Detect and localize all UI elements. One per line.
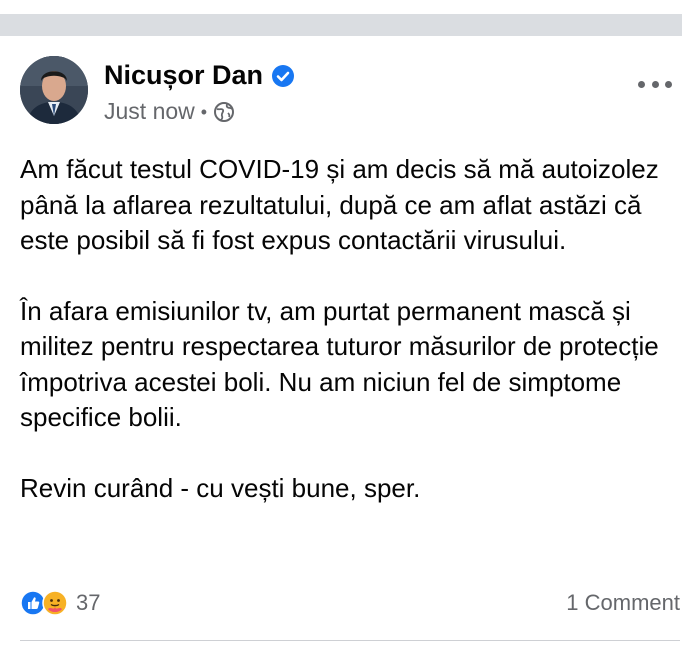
footer-divider [20,640,680,641]
reactions-summary[interactable]: 37 [20,590,100,616]
meta-separator: • [200,101,208,122]
author-name[interactable]: Nicușor Dan [104,60,295,91]
avatar[interactable] [20,56,88,124]
post-body: Am făcut testul COVID-19 și am decis să … [20,152,684,541]
more-dot-icon [638,80,645,88]
post-header: Nicușor Dan Just now • [20,56,680,128]
previous-post-edge [0,14,682,36]
post-footer: 37 1 Comment [20,584,680,624]
post-paragraph-2: În afara emisiunilor tv, am purtat perma… [20,295,659,433]
more-dot-icon [651,80,659,88]
care-icon [42,590,68,616]
post-paragraph-3: Revin curând - cu vești bune, sper. [20,472,421,503]
feed-top-strip [0,0,700,36]
more-dot-icon [665,80,672,88]
verified-badge-icon [272,64,295,87]
post-timestamp[interactable]: Just now [104,98,195,125]
reaction-count: 37 [76,590,101,615]
post-paragraph-1: Am făcut testul COVID-19 și am decis să … [20,154,659,255]
comments-count-link[interactable]: 1 Comment [566,590,680,616]
author-name-text[interactable]: Nicușor Dan [104,60,263,91]
globe-icon[interactable] [213,101,235,123]
more-options-button[interactable] [638,74,672,94]
post-meta: Just now • [104,98,235,125]
avatar-portrait-icon [20,56,88,124]
facebook-post: Nicușor Dan Just now • Am făcut testul C… [0,36,700,647]
